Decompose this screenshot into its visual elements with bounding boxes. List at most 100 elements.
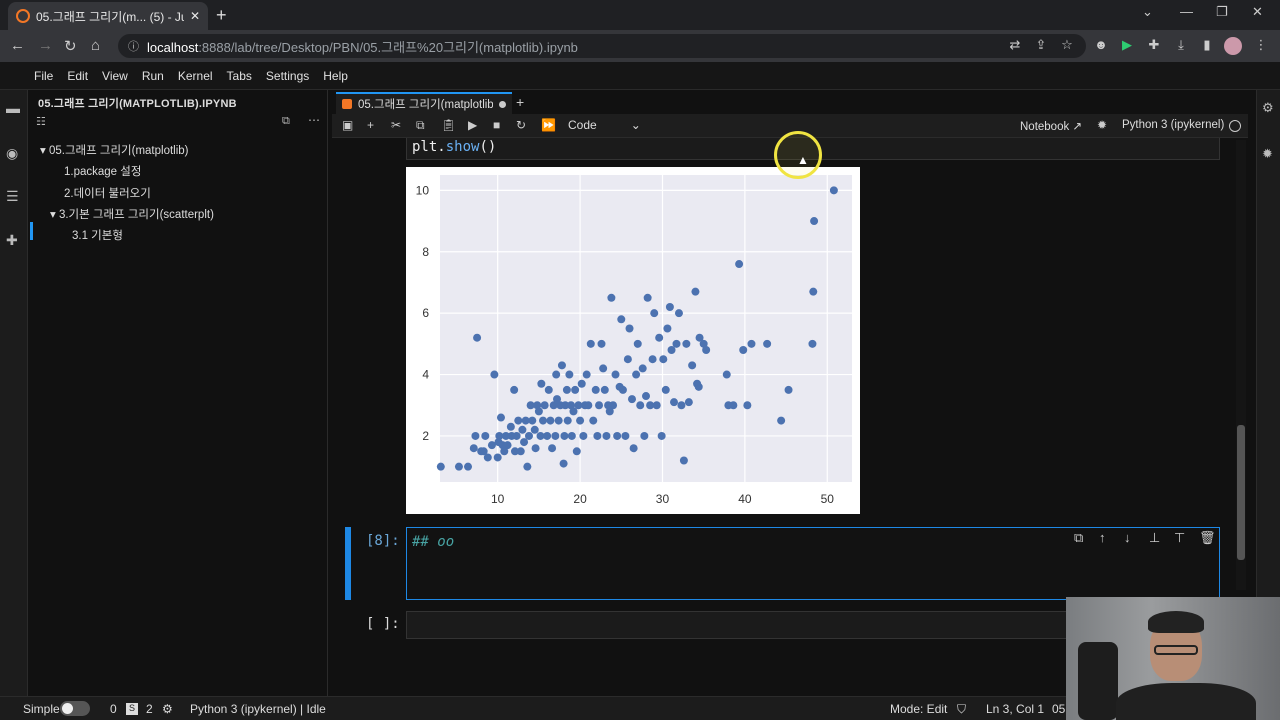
stop-icon[interactable]: ■	[493, 118, 500, 132]
scatter-point	[735, 260, 744, 269]
property-inspector-icon[interactable]: ⚙	[1262, 100, 1274, 116]
translate-icon[interactable]: ⇄	[1006, 37, 1024, 55]
cell-type-select[interactable]: Code ⌄	[568, 118, 641, 132]
close-tab-icon[interactable]: ✕	[190, 9, 200, 23]
toc-item[interactable]: 2.데이터 불러오기	[64, 185, 151, 201]
run-icon[interactable]: ▶	[468, 118, 477, 132]
delete-cell-icon[interactable]: 🗑︎	[1199, 530, 1216, 546]
scatter-point	[523, 462, 532, 471]
toc-list-icon[interactable]: ☷	[36, 115, 46, 128]
extension-manager-icon[interactable]: ✚	[6, 232, 22, 248]
scatter-point	[469, 444, 478, 453]
settings-gear-icon[interactable]: ⚙	[162, 702, 173, 716]
running-kernels-icon[interactable]: ◉	[6, 145, 22, 161]
toc-item[interactable]: ▾ 05.그래프 그리기(matplotlib)	[40, 142, 189, 158]
scatter-point	[510, 385, 519, 394]
menu-file[interactable]: File	[34, 69, 53, 83]
copy-icon[interactable]: ⧉	[416, 118, 425, 133]
caret-down-icon: ▾	[40, 145, 49, 157]
simple-mode-toggle[interactable]	[60, 701, 90, 716]
site-info-icon[interactable]: ⓘ	[128, 38, 139, 54]
scatter-point	[618, 385, 627, 394]
open-notebook-link[interactable]: Notebook ↗	[1020, 119, 1082, 133]
add-tab-button[interactable]: +	[516, 94, 524, 110]
browser-menu-icon[interactable]: ⋮	[1252, 37, 1270, 55]
kernel-status-text[interactable]: Python 3 (ipykernel) | Idle	[190, 702, 326, 716]
forward-button[interactable]: →	[38, 37, 53, 54]
scatter-point	[563, 416, 572, 425]
scatter-point	[677, 401, 686, 410]
cut-icon[interactable]: ✂	[391, 118, 401, 132]
extensions-puzzle-icon[interactable]: ✚	[1145, 37, 1163, 55]
debugger-icon[interactable]: ✹	[1262, 146, 1273, 162]
restart-run-all-icon[interactable]: ⏩	[541, 118, 556, 132]
scatter-point	[784, 385, 793, 394]
scatter-point	[609, 401, 618, 410]
toc-active-indicator	[30, 222, 33, 240]
insert-cell-icon[interactable]: +	[367, 118, 374, 132]
menu-run[interactable]: Run	[142, 69, 164, 83]
download-icon[interactable]: ⤓	[1172, 37, 1190, 55]
debug-bug-icon[interactable]: ✹	[1097, 118, 1107, 132]
y-tick-label: 10	[416, 183, 430, 197]
scatter-point	[576, 416, 585, 425]
close-window-button[interactable]: ✕	[1252, 4, 1263, 20]
table-of-contents-icon[interactable]: ☰	[6, 188, 22, 204]
share-icon[interactable]: ⇪	[1032, 37, 1050, 55]
scatter-point	[682, 339, 691, 348]
scatter-point	[642, 392, 650, 401]
toc-item-active[interactable]: 3.1 기본형	[72, 227, 123, 243]
collapse-all-icon[interactable]: ⧉	[282, 115, 290, 128]
cursor-position[interactable]: Ln 3, Col 1	[986, 702, 1044, 716]
notebook-tab[interactable]: 05.그래프 그리기(matplotlib	[336, 92, 512, 114]
notebook-tab-label: 05.그래프 그리기(matplotlib	[358, 99, 493, 111]
bookmark-star-icon[interactable]: ☆	[1058, 37, 1076, 55]
toc-item[interactable]: 1.package 설정	[64, 163, 141, 179]
duplicate-cell-icon[interactable]: ⧉	[1074, 530, 1083, 546]
menu-tabs[interactable]: Tabs	[227, 69, 252, 83]
scatter-point	[589, 416, 598, 425]
reload-button[interactable]: ↻	[64, 37, 77, 55]
toc-title: 05.그래프 그리기(MATPLOTLIB).IPYNB	[38, 98, 237, 110]
scatter-point	[679, 456, 688, 465]
toc-more-icon[interactable]: ⋯	[308, 113, 320, 127]
scatter-point	[464, 462, 473, 471]
insert-below-icon[interactable]: ⊥	[1149, 530, 1160, 546]
kernels-count[interactable]: 2	[146, 702, 153, 716]
insert-above-icon[interactable]: ⊤	[1174, 530, 1185, 546]
address-bar[interactable]: ⓘ localhost:8888/lab/tree/Desktop/PBN/05…	[118, 34, 1086, 58]
restart-icon[interactable]: ↻	[516, 118, 526, 132]
scrollbar-thumb[interactable]	[1237, 425, 1245, 560]
browser-tab[interactable]: 05.그래프 그리기(m... (5) - Jupy ✕	[8, 2, 208, 30]
file-browser-icon[interactable]: ▬	[6, 100, 22, 116]
unsaved-dot-icon[interactable]	[499, 100, 506, 108]
move-down-icon[interactable]: ↓	[1124, 530, 1131, 545]
terminals-count[interactable]: 0	[110, 702, 117, 716]
menu-help[interactable]: Help	[323, 69, 348, 83]
y-tick-label: 2	[422, 429, 429, 443]
kernel-name[interactable]: Python 3 (ipykernel)	[1122, 119, 1224, 131]
maximize-button[interactable]: ❐	[1216, 4, 1228, 20]
tab-search-icon[interactable]: ⌄	[1142, 4, 1153, 20]
menu-settings[interactable]: Settings	[266, 69, 309, 83]
minimize-button[interactable]: —	[1180, 4, 1193, 19]
home-button[interactable]: ⌂	[91, 37, 100, 54]
new-tab-button[interactable]: +	[216, 5, 227, 26]
cell-editor[interactable]: ## oo	[406, 527, 1220, 600]
menu-edit[interactable]: Edit	[67, 69, 88, 83]
extension-face-icon[interactable]: ☻	[1092, 37, 1110, 55]
paste-icon[interactable]: 📋︎	[441, 118, 456, 132]
x-tick-label: 10	[491, 492, 505, 506]
menu-kernel[interactable]: Kernel	[178, 69, 213, 83]
back-button[interactable]: ←	[10, 37, 25, 54]
scatter-point	[512, 431, 521, 440]
side-panel-icon[interactable]: ▮	[1198, 37, 1216, 55]
move-up-icon[interactable]: ↑	[1099, 530, 1106, 545]
save-icon[interactable]: ▣	[342, 118, 353, 132]
scatter-point	[621, 431, 630, 440]
scatter-point	[537, 379, 546, 388]
profile-avatar[interactable]	[1224, 37, 1242, 55]
menu-view[interactable]: View	[102, 69, 128, 83]
toc-item[interactable]: ▾ 3.기본 그래프 그리기(scatterplt)	[50, 206, 214, 222]
extension-play-icon[interactable]: ▶	[1118, 37, 1136, 55]
